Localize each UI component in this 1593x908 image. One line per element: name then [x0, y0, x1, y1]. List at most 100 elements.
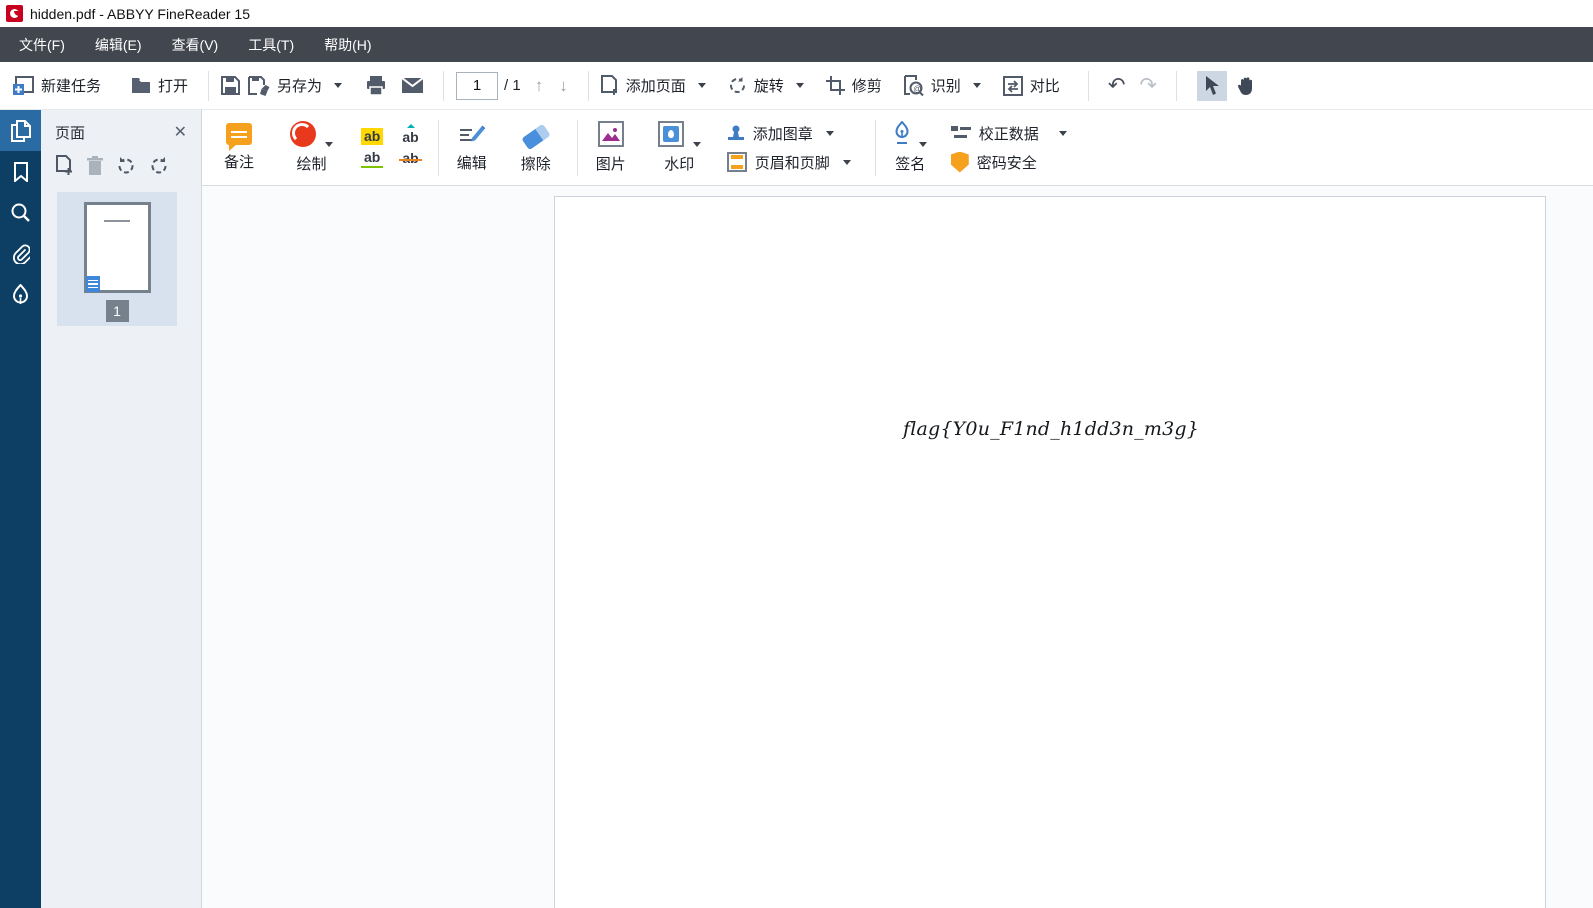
highlight-tool[interactable]: ab	[361, 128, 383, 145]
new-task-button[interactable]: 新建任务	[12, 75, 101, 96]
thumbnail-doc-badge-icon	[86, 276, 100, 292]
toolbar-separator	[438, 120, 439, 176]
save-as-button[interactable]: 另存为	[248, 75, 342, 96]
menu-edit[interactable]: 编辑(E)	[80, 27, 157, 62]
save-as-icon	[248, 76, 270, 96]
add-stamp-dropdown-caret[interactable]	[826, 131, 834, 136]
menu-tools[interactable]: 工具(T)	[233, 27, 309, 62]
svg-text:@: @	[913, 85, 921, 94]
sign-dropdown-caret[interactable]	[919, 142, 927, 147]
password-security-button[interactable]: 密码安全	[951, 152, 1067, 173]
menu-view[interactable]: 查看(V)	[157, 27, 234, 62]
edit-button[interactable]: 编辑	[457, 122, 487, 173]
page-total-label: / 1	[504, 77, 521, 94]
sign-button[interactable]: 签名	[894, 121, 927, 174]
new-task-icon	[12, 76, 34, 96]
sidebar-item-search[interactable]	[0, 192, 41, 233]
bookmark-icon	[13, 162, 29, 182]
redo-icon: ↷	[1139, 73, 1157, 98]
page-thumbnail[interactable]	[84, 202, 151, 293]
verify-data-dropdown-caret[interactable]	[1059, 131, 1067, 136]
rotate-right-icon[interactable]	[149, 156, 169, 176]
watermark-icon	[658, 121, 684, 147]
print-icon	[366, 76, 386, 95]
window-title: hidden.pdf - ABBYY FineReader 15	[30, 6, 250, 22]
compare-button[interactable]: 对比	[1003, 75, 1060, 96]
rotate-left-icon[interactable]	[116, 156, 136, 176]
select-tool-button[interactable]	[1197, 71, 1227, 101]
picture-button[interactable]: 图片	[596, 121, 626, 174]
rotate-button[interactable]: 旋转	[728, 75, 804, 96]
page-number-input[interactable]	[456, 72, 498, 100]
close-panel-icon[interactable]: ✕	[174, 125, 187, 141]
header-footer-button[interactable]: 页眉和页脚	[727, 152, 851, 173]
page-thumbnail-selected[interactable]: 1	[57, 192, 177, 326]
pan-tool-button[interactable]	[1231, 71, 1261, 101]
menu-bar: 文件(F) 编辑(E) 查看(V) 工具(T) 帮助(H)	[0, 27, 1593, 62]
page-text-block: flag{Y0u_F1nd_h1dd3n_m3g}	[555, 418, 1547, 440]
left-sidebar	[0, 110, 41, 908]
pdf-page[interactable]: flag{Y0u_F1nd_h1dd3n_m3g}	[554, 196, 1546, 908]
recognize-button[interactable]: @ 识别	[904, 75, 981, 96]
verify-data-button[interactable]: 校正数据	[951, 123, 1067, 144]
menu-help[interactable]: 帮助(H)	[309, 27, 386, 62]
add-pages-dropdown-caret[interactable]	[698, 83, 706, 88]
open-button[interactable]: 打开	[131, 75, 188, 96]
sidebar-item-signature[interactable]	[0, 274, 41, 315]
note-button[interactable]: 备注	[224, 123, 254, 172]
toolbar-separator	[875, 120, 876, 176]
signature-pen-icon	[894, 121, 910, 147]
sidebar-item-attachments[interactable]	[0, 233, 41, 274]
toolbar-separator	[1088, 71, 1089, 101]
security-group: 校正数据 密码安全	[951, 123, 1067, 173]
sidebar-item-bookmarks[interactable]	[0, 151, 41, 192]
insert-text-tool[interactable]: ab	[399, 129, 421, 146]
eraser-icon	[521, 124, 550, 150]
draw-dropdown-caret[interactable]	[325, 142, 333, 147]
pages-icon	[11, 120, 31, 142]
pen-nib-icon	[12, 284, 29, 305]
underline-tool[interactable]: ab	[361, 149, 383, 168]
header-footer-dropdown-caret[interactable]	[843, 160, 851, 165]
strikethrough-tool[interactable]: ab	[399, 150, 421, 167]
main-toolbar: 新建任务 打开 另存为 / 1 ↑ ↓	[0, 62, 1593, 110]
crop-button[interactable]: 修剪	[826, 75, 882, 96]
rotate-dropdown-caret[interactable]	[796, 83, 804, 88]
watermark-button[interactable]: 水印	[658, 121, 701, 174]
note-icon	[226, 123, 252, 145]
password-shield-icon	[951, 152, 969, 173]
highlight-group: ab ab	[361, 128, 383, 168]
save-icon	[221, 76, 240, 95]
erase-button[interactable]: 擦除	[521, 121, 551, 174]
sidebar-item-pages[interactable]	[0, 110, 41, 151]
toolbar-separator	[208, 71, 209, 101]
toolbar-separator	[588, 71, 589, 101]
save-button[interactable]	[221, 76, 240, 95]
next-page-arrow-icon[interactable]: ↓	[559, 76, 568, 96]
draw-button[interactable]: 绘制	[290, 121, 333, 174]
search-icon	[11, 203, 30, 222]
save-as-dropdown-caret[interactable]	[334, 83, 342, 88]
add-stamp-button[interactable]: 添加图章	[727, 123, 851, 144]
flag-text: flag{Y0u_F1nd_h1dd3n_m3g}	[903, 418, 1199, 440]
header-footer-icon	[727, 152, 747, 172]
thumbnail-text-line	[104, 220, 130, 222]
previous-page-arrow-icon[interactable]: ↑	[535, 76, 544, 96]
cursor-arrow-icon	[1205, 76, 1220, 95]
print-button[interactable]	[366, 76, 386, 95]
menu-file[interactable]: 文件(F)	[4, 27, 80, 62]
edit-pencil-icon	[458, 122, 486, 146]
add-pages-button[interactable]: 添加页面	[601, 75, 706, 96]
pages-panel-title: 页面	[55, 122, 85, 143]
add-page-panel-icon[interactable]	[56, 155, 74, 176]
page-number-badge: 1	[106, 300, 129, 322]
toolbar-separator	[443, 71, 444, 101]
undo-icon[interactable]: ↶	[1108, 73, 1126, 98]
title-bar: hidden.pdf - ABBYY FineReader 15	[0, 0, 1593, 27]
email-button[interactable]	[402, 78, 423, 93]
toolbar-separator	[577, 120, 578, 176]
document-viewport[interactable]: flag{Y0u_F1nd_h1dd3n_m3g}	[202, 186, 1593, 908]
recognize-dropdown-caret[interactable]	[973, 83, 981, 88]
pdf-tools-toolbar: 备注 绘制 ab ab ab ab	[202, 110, 1593, 186]
watermark-dropdown-caret[interactable]	[693, 142, 701, 147]
